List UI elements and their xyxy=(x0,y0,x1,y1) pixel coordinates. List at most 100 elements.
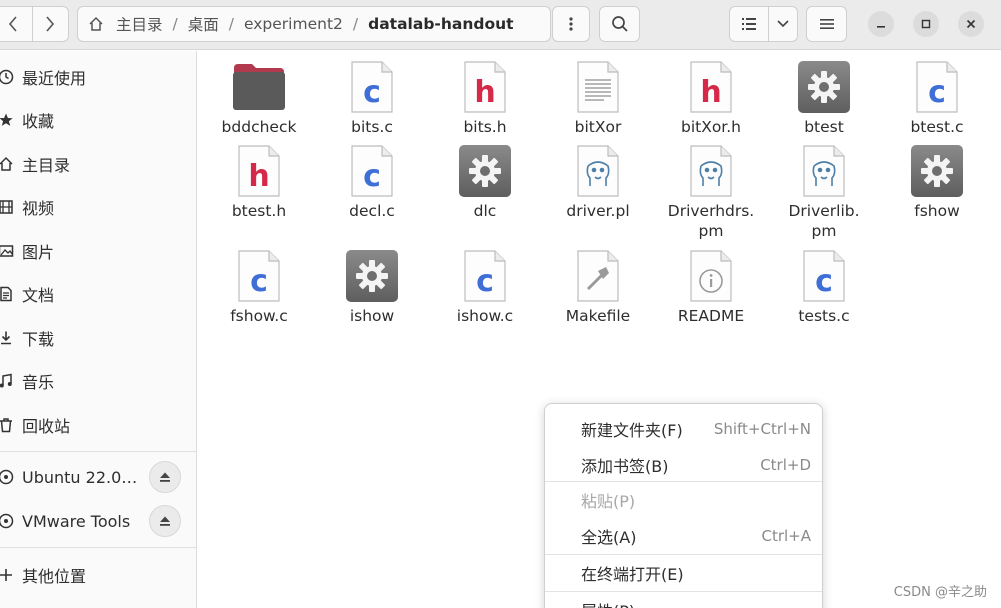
file-item[interactable]: bitXor xyxy=(542,59,654,137)
sidebar-item-documents[interactable]: 文档 xyxy=(0,274,197,314)
menu-item-add-bookmark[interactable]: 添加书签(B) Ctrl+D xyxy=(545,447,822,483)
svg-text:c: c xyxy=(815,264,833,299)
sidebar-item-videos[interactable]: 视频 xyxy=(0,187,197,227)
menu-item-select-all[interactable]: 全选(A) Ctrl+A xyxy=(545,518,822,554)
file-name: tests.c xyxy=(798,307,850,325)
chevron-right-icon xyxy=(46,16,55,32)
close-button[interactable] xyxy=(958,11,984,37)
maximize-icon xyxy=(921,19,931,29)
disc-icon xyxy=(0,469,16,485)
search-button[interactable] xyxy=(599,6,640,42)
c-source-file-icon: c xyxy=(796,248,852,304)
sidebar-item-trash[interactable]: 回收站 xyxy=(0,405,197,445)
menu-item-properties[interactable]: 属性(P) xyxy=(545,592,822,608)
view-options-button[interactable] xyxy=(767,7,797,41)
file-name: bitXor.h xyxy=(680,118,742,136)
menu-item-paste: 粘贴(P) xyxy=(545,482,822,518)
file-item[interactable]: c bits.c xyxy=(316,59,428,137)
list-view-button[interactable] xyxy=(730,7,768,41)
file-item[interactable]: dlc xyxy=(429,143,541,221)
minimize-button[interactable] xyxy=(868,11,894,37)
sidebar-item-label: 收藏 xyxy=(22,112,55,131)
sidebar-divider xyxy=(0,451,197,452)
c-header-file-icon: h xyxy=(231,143,287,199)
sidebar-item-label: 下载 xyxy=(22,330,55,349)
clock-icon xyxy=(0,69,16,85)
sidebar-item-starred[interactable]: 收藏 xyxy=(0,100,197,140)
perl-script-icon xyxy=(796,143,852,199)
readme-info-icon xyxy=(683,248,739,304)
sidebar-item-recent[interactable]: 最近使用 xyxy=(0,57,197,97)
file-item[interactable]: c btest.c xyxy=(881,59,993,137)
sidebar-item-pictures[interactable]: 图片 xyxy=(0,231,197,271)
maximize-button[interactable] xyxy=(913,11,939,37)
sidebar-device-vmware[interactable]: VMware Tools xyxy=(0,501,197,541)
star-icon xyxy=(0,112,16,128)
c-source-file-icon: c xyxy=(457,248,513,304)
file-item[interactable]: btest xyxy=(768,59,880,137)
c-source-file-icon: c xyxy=(344,59,400,115)
menu-item-new-folder[interactable]: 新建文件夹(F) Shift+Ctrl+N xyxy=(545,411,822,447)
sidebar-item-label: 主目录 xyxy=(22,156,71,175)
file-name: fshow.c xyxy=(230,307,288,325)
file-item[interactable]: h bitXor.h xyxy=(655,59,767,137)
eject-button[interactable] xyxy=(149,461,181,493)
menu-item-open-terminal[interactable]: 在终端打开(E) xyxy=(545,555,822,591)
c-source-file-icon: c xyxy=(344,143,400,199)
c-source-file-icon: c xyxy=(231,248,287,304)
path-separator: / xyxy=(228,15,234,33)
more-vertical-icon xyxy=(569,17,573,31)
sidebar-item-label: 音乐 xyxy=(22,373,55,392)
sidebar-device-ubuntu[interactable]: Ubuntu 22.0… xyxy=(0,457,197,497)
file-item[interactable]: driver.pl xyxy=(542,143,654,221)
back-button[interactable] xyxy=(0,7,32,41)
svg-text:c: c xyxy=(363,75,381,110)
file-item[interactable]: README xyxy=(655,248,767,326)
file-item[interactable]: Makefile xyxy=(542,248,654,326)
sidebar-item-downloads[interactable]: 下载 xyxy=(0,318,197,358)
file-item[interactable]: Driverlib. pm xyxy=(768,143,880,241)
svg-text:h: h xyxy=(248,159,269,194)
sidebar-item-music[interactable]: 音乐 xyxy=(0,361,197,401)
home-icon xyxy=(0,156,16,172)
file-item[interactable]: c tests.c xyxy=(768,248,880,326)
file-item[interactable]: ishow xyxy=(316,248,428,326)
sidebar-divider xyxy=(0,547,197,548)
chevron-down-icon xyxy=(777,20,789,28)
svg-text:h: h xyxy=(474,75,495,110)
list-view-icon xyxy=(741,18,756,30)
menu-item-accelerator: Ctrl+D xyxy=(760,456,811,474)
file-item[interactable]: bddcheck xyxy=(203,59,315,137)
main-menu-button[interactable] xyxy=(806,6,847,42)
makefile-icon xyxy=(570,248,626,304)
file-item[interactable]: h btest.h xyxy=(203,143,315,221)
breadcrumb-current[interactable]: datalab-handout xyxy=(360,15,521,33)
sidebar-item-label: 文档 xyxy=(22,286,55,305)
file-item[interactable]: fshow xyxy=(881,143,993,221)
path-menu-button[interactable] xyxy=(552,6,590,42)
sidebar-item-label: 其他位置 xyxy=(22,567,87,586)
breadcrumb-home[interactable]: 主目录 xyxy=(108,13,171,35)
file-item[interactable]: h bits.h xyxy=(429,59,541,137)
menu-item-label: 在终端打开(E) xyxy=(581,565,684,584)
path-bar: 主目录 / 桌面 / experiment2 / datalab-handout xyxy=(77,6,551,42)
file-item[interactable]: Driverhdrs. pm xyxy=(655,143,767,241)
download-icon xyxy=(0,330,16,346)
eject-button[interactable] xyxy=(149,505,181,537)
file-name: driver.pl xyxy=(566,202,630,220)
file-item[interactable]: c ishow.c xyxy=(429,248,541,326)
breadcrumb-desktop[interactable]: 桌面 xyxy=(180,13,227,35)
file-name: Driverlib. pm xyxy=(788,202,860,240)
file-item[interactable]: c decl.c xyxy=(316,143,428,221)
file-name: ishow xyxy=(349,307,395,325)
sidebar-item-other-locations[interactable]: 其他位置 xyxy=(0,555,197,595)
forward-button[interactable] xyxy=(31,7,69,41)
file-item[interactable]: c fshow.c xyxy=(203,248,315,326)
file-name: decl.c xyxy=(349,202,395,220)
trash-icon xyxy=(0,417,16,433)
minimize-icon xyxy=(877,26,885,28)
sidebar: 最近使用 收藏 主目录 视频 图片 文档 下载 音乐 回收站 Ubuntu 22… xyxy=(0,51,197,608)
breadcrumb-experiment2[interactable]: experiment2 xyxy=(236,15,351,33)
executable-icon xyxy=(909,143,965,199)
sidebar-item-home[interactable]: 主目录 xyxy=(0,144,197,184)
